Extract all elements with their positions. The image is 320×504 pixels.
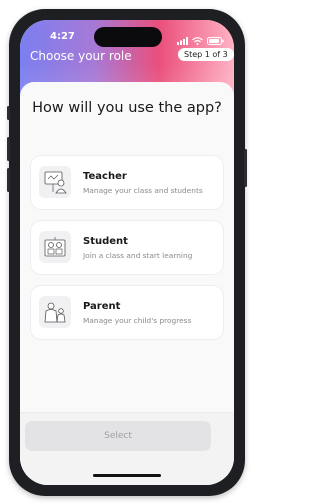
home-indicator [93,474,161,477]
signal-icon [177,30,188,49]
volume-up-button [7,137,10,161]
student-icon [39,231,71,263]
power-button [244,149,247,187]
mute-switch [7,106,10,120]
dynamic-island [94,27,162,47]
screen: 4:27 Choose your role Step 1 of 3 How wi… [20,20,234,485]
wifi-icon [192,30,203,49]
role-card-parent[interactable]: Parent Manage your child's progress [31,286,223,339]
status-icons [177,30,224,49]
status-time: 4:27 [50,31,75,42]
question-heading: How will you use the app? [32,100,222,116]
select-button[interactable]: Select [25,421,211,451]
role-description-teacher: Manage your class and students [83,186,203,195]
role-title-parent: Parent [83,301,121,312]
parent-icon [39,296,71,328]
page-title: Choose your role [30,49,132,63]
teacher-icon [39,166,71,198]
role-title-student: Student [83,236,128,247]
role-card-teacher[interactable]: Teacher Manage your class and students [31,156,223,209]
role-title-teacher: Teacher [83,171,127,182]
volume-down-button [7,168,10,192]
role-description-parent: Manage your child's progress [83,316,192,325]
role-card-student[interactable]: Student Join a class and start learning [31,221,223,274]
role-description-student: Join a class and start learning [83,251,193,260]
battery-icon [207,30,224,49]
step-badge: Step 1 of 3 [178,48,234,61]
